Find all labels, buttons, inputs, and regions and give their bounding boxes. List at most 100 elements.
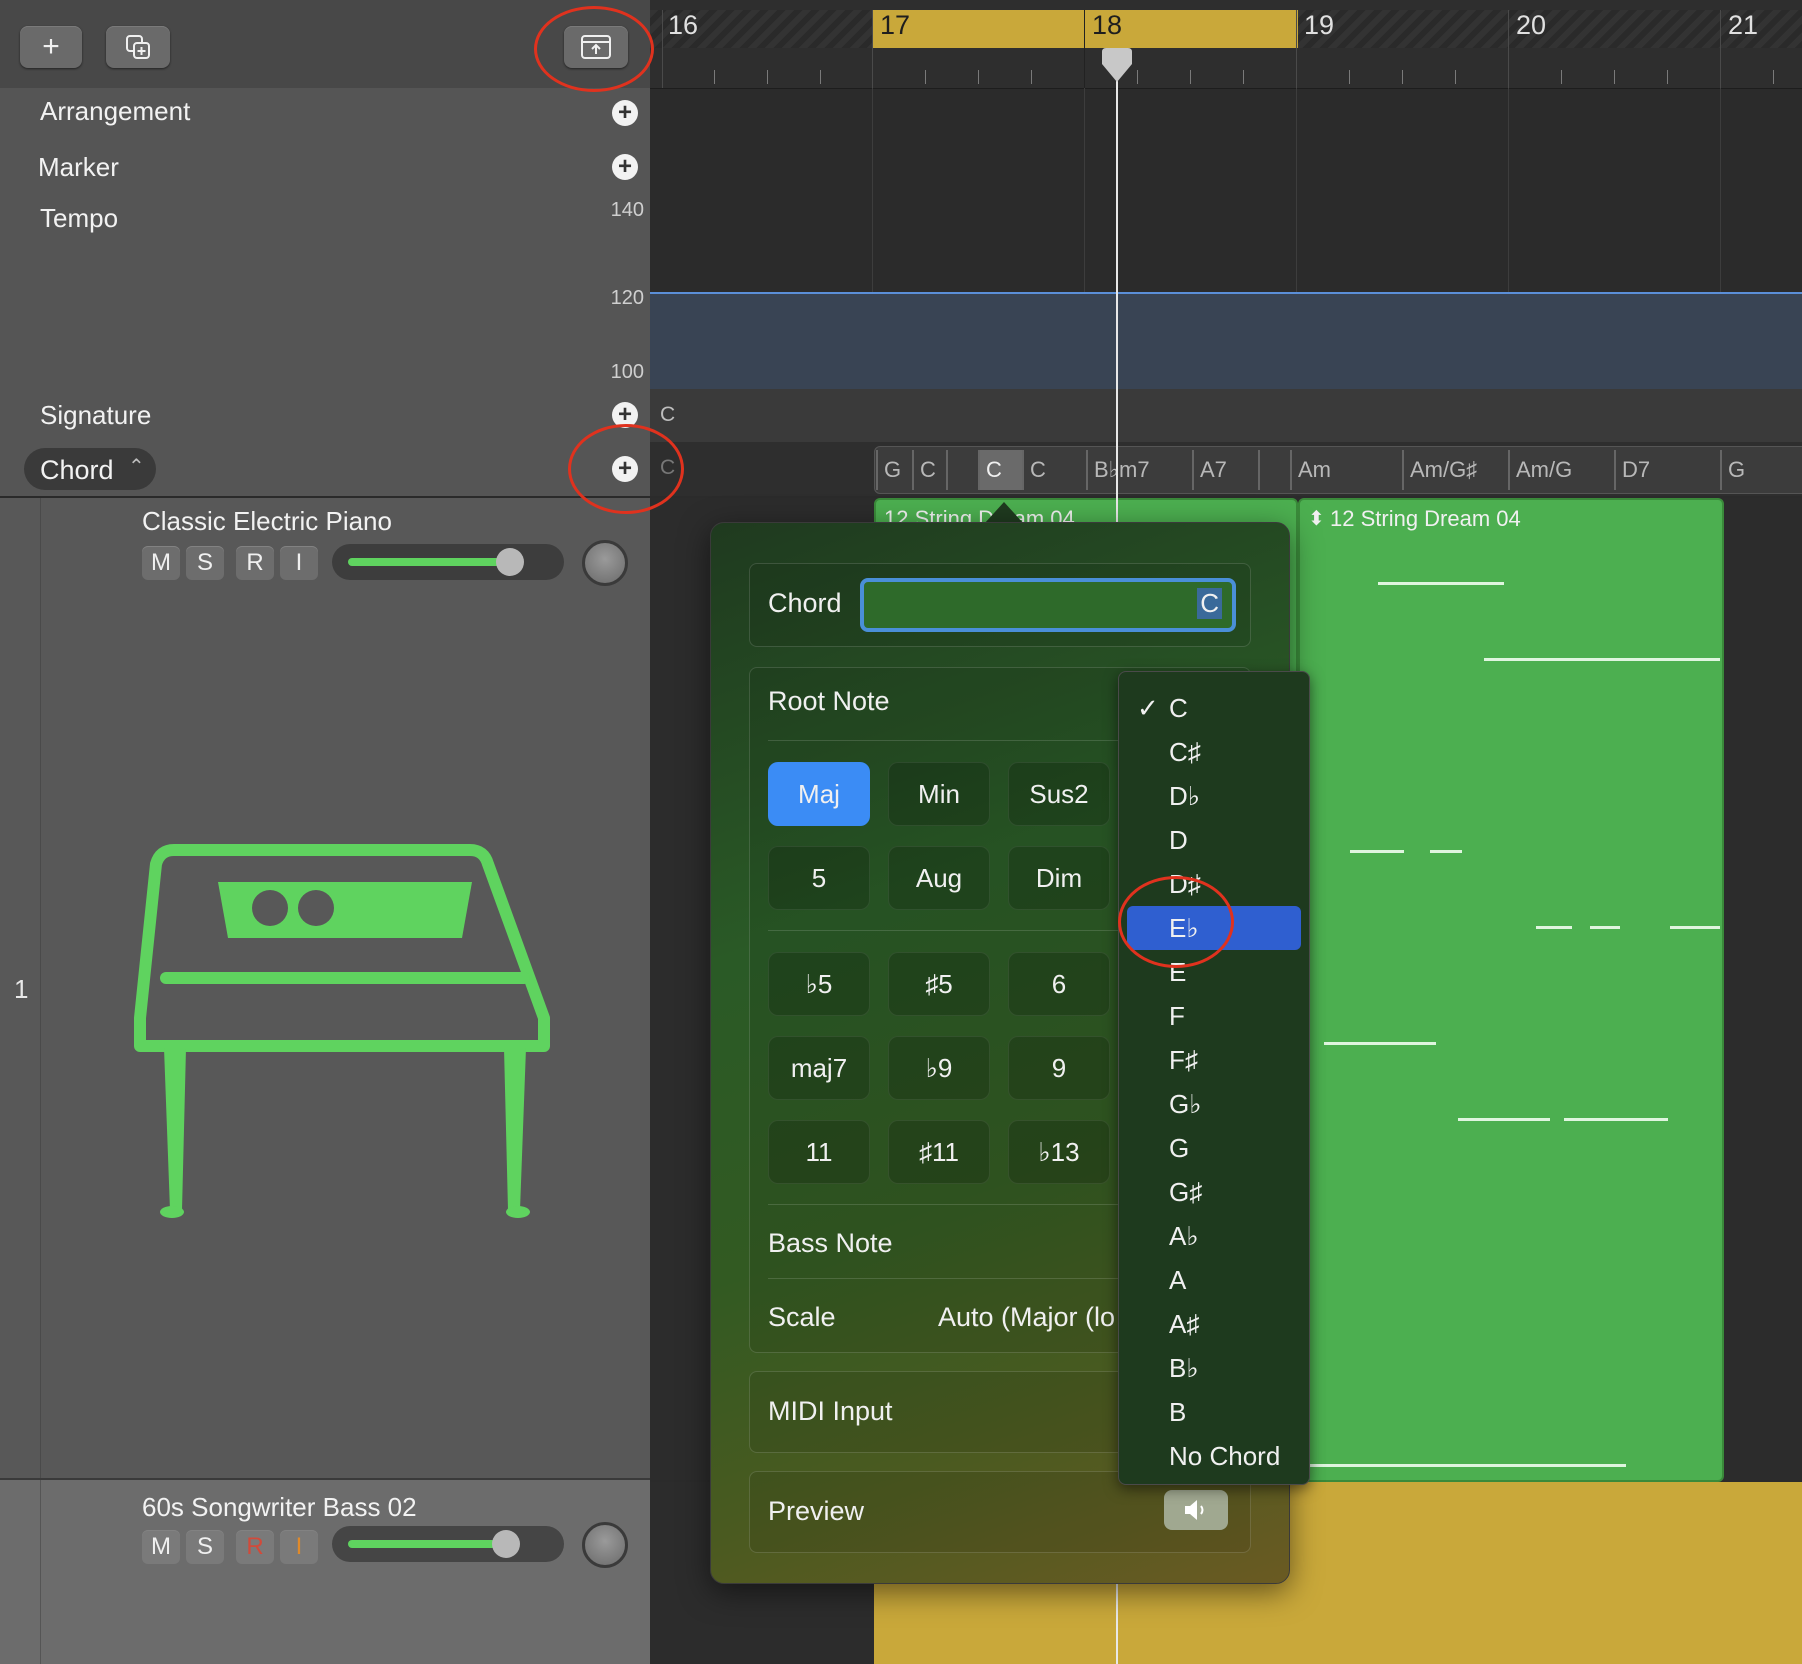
quality-sus2-button[interactable]: Sus2 [1008,762,1110,826]
midi-note[interactable] [1536,926,1572,929]
track-name: 60s Songwriter Bass 02 [142,1492,417,1522]
chord-segment[interactable] [946,450,958,490]
root-note-option-a-flat[interactable]: A♭ [1127,1214,1301,1258]
record-enable-button[interactable]: R [236,1530,274,1564]
bar-ruler[interactable]: 16 17 18 19 20 21 [650,0,1802,89]
solo-button[interactable]: S [186,1530,224,1564]
root-note-option-a[interactable]: A [1127,1258,1301,1302]
preview-toggle-button[interactable] [1164,1490,1228,1530]
midi-note[interactable] [1670,926,1720,929]
volume-knob[interactable] [492,1530,520,1558]
input-monitor-button[interactable]: I [280,1530,318,1564]
root-note-option-f-sharp[interactable]: F♯ [1127,1038,1301,1082]
midi-note[interactable] [1350,850,1404,853]
extension-6-button[interactable]: 6 [1008,952,1110,1016]
chord-track-header[interactable]: Chord ⌃ + [0,442,650,498]
chord-segment[interactable]: D7 [1614,450,1650,490]
root-note-option-d-flat[interactable]: D♭ [1127,774,1301,818]
midi-note[interactable] [1458,1118,1550,1121]
add-track-button[interactable]: + [20,26,82,68]
chord-segment[interactable]: C [1022,450,1046,490]
pan-knob[interactable] [582,1522,628,1568]
signature-lane[interactable]: C [650,389,1802,442]
volume-knob[interactable] [496,548,524,576]
chord-field-label: Chord [768,588,842,618]
track-header-2[interactable]: 60s Songwriter Bass 02 M S R I [0,1480,650,1664]
pan-knob[interactable] [582,540,628,586]
chord-segment[interactable]: A7 [1192,450,1227,490]
ruler-hatch [1298,10,1802,48]
tempo-track-header[interactable]: Tempo 140 120 100 [0,193,650,391]
midi-region[interactable]: ⬍ 12 String Dream 04 [1298,498,1724,1482]
root-note-option-g-sharp[interactable]: G♯ [1127,1170,1301,1214]
extension-flat5-button[interactable]: ♭5 [768,952,870,1016]
midi-note[interactable] [1378,582,1504,585]
root-note-option-d[interactable]: D [1127,818,1301,862]
chord-field-group: Chord C [749,563,1251,647]
root-note-option-b[interactable]: B [1127,1390,1301,1434]
bar-number: 20 [1516,10,1547,40]
chord-track-label: Chord [40,455,114,485]
quality-maj-button[interactable]: Maj [768,762,870,826]
add-marker-icon[interactable]: + [612,154,638,180]
chord-segment[interactable]: Am/G♯ [1402,450,1477,490]
chord-segment[interactable]: G [1720,450,1745,490]
midi-note[interactable] [1324,1042,1436,1045]
duplicate-track-button[interactable] [106,26,170,68]
root-note-label: Root Note [768,686,890,716]
marker-track-header[interactable]: Marker + [0,140,650,195]
playhead-handle-icon[interactable] [1100,48,1134,84]
extension-11-button[interactable]: 11 [768,1120,870,1184]
chord-name-input[interactable]: C [860,578,1236,632]
chord-segment[interactable]: G [876,450,901,490]
root-note-option-no-chord[interactable]: No Chord [1127,1434,1301,1478]
extension-sharp5-button[interactable]: ♯5 [888,952,990,1016]
signature-track-header[interactable]: Signature + [0,389,650,444]
volume-slider[interactable] [332,1526,564,1562]
root-note-option-g[interactable]: G [1127,1126,1301,1170]
chord-segment-selected[interactable]: C [978,450,1022,490]
chord-segment[interactable]: C [912,450,936,490]
chord-track-selector[interactable]: Chord ⌃ [24,448,156,490]
mute-button[interactable]: M [142,546,180,580]
root-note-option-c-sharp[interactable]: C♯ [1127,730,1301,774]
track-header-1[interactable]: 1 Classic Electric Piano M S R I [0,498,650,1480]
root-note-option-g-flat[interactable]: G♭ [1127,1082,1301,1126]
arrangement-track-header[interactable]: Arrangement + [0,88,650,142]
mute-button[interactable]: M [142,1530,180,1564]
extension-maj7-button[interactable]: maj7 [768,1036,870,1100]
extension-flat9-button[interactable]: ♭9 [888,1036,990,1100]
root-note-option-b-flat[interactable]: B♭ [1127,1346,1301,1390]
quality-min-button[interactable]: Min [888,762,990,826]
record-enable-button[interactable]: R [236,546,274,580]
extension-flat13-button[interactable]: ♭13 [1008,1120,1110,1184]
input-monitor-button[interactable]: I [280,546,318,580]
add-arrangement-icon[interactable]: + [612,100,638,126]
extension-sharp11-button[interactable]: ♯11 [888,1120,990,1184]
quality-aug-button[interactable]: Aug [888,846,990,910]
midi-note[interactable] [1484,658,1720,661]
cycle-region[interactable] [872,10,1298,48]
midi-note[interactable] [1306,1464,1626,1467]
solo-button[interactable]: S [186,546,224,580]
arrangement-label: Arrangement [40,96,191,126]
scale-value[interactable]: Auto (Major (lo [938,1302,1115,1333]
midi-note[interactable] [1564,1118,1668,1121]
quality-dim-button[interactable]: Dim [1008,846,1110,910]
chord-segment[interactable]: Am/G [1508,450,1572,490]
root-note-option-a-sharp[interactable]: A♯ [1127,1302,1301,1346]
quality-5-button[interactable]: 5 [768,846,870,910]
chord-segment[interactable] [1258,450,1270,490]
volume-slider[interactable] [332,544,564,580]
tempo-curve-area[interactable] [650,292,1802,391]
midi-note[interactable] [1590,926,1620,929]
midi-note[interactable] [1430,850,1462,853]
track-number: 1 [14,974,29,1004]
root-note-option-f[interactable]: F [1127,994,1301,1038]
bar-line [872,10,873,88]
chord-segment[interactable]: Am [1290,450,1331,490]
track-divider [40,1480,41,1664]
root-note-option-c[interactable]: ✓ C [1127,686,1301,730]
extension-9-button[interactable]: 9 [1008,1036,1110,1100]
root-note-menu: ✓ C C♯ D♭ D D♯ E♭ E F F♯ G♭ G G♯ A♭ A A♯ … [1118,671,1310,1485]
